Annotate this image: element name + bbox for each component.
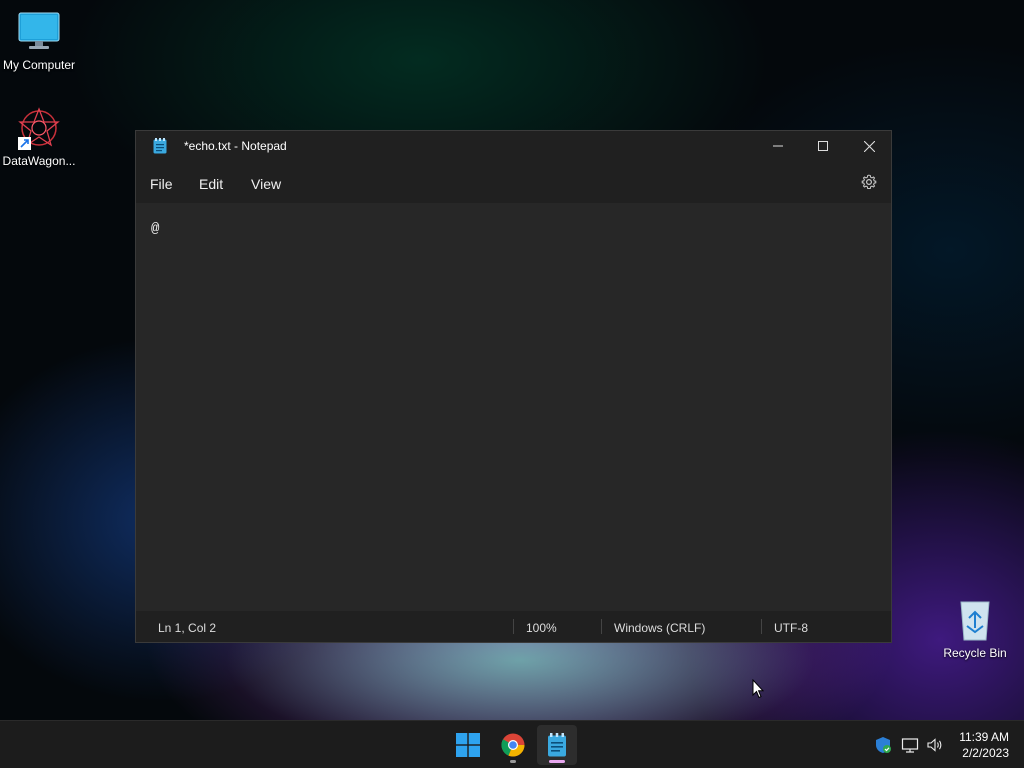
close-button[interactable]: [846, 131, 892, 161]
title-bar[interactable]: *echo.txt - Notepad: [136, 131, 891, 161]
security-icon[interactable]: [873, 735, 893, 755]
maximize-icon: [818, 141, 828, 151]
menu-file[interactable]: File: [150, 176, 173, 192]
desktop-icon-recycle-bin[interactable]: Recycle Bin: [936, 598, 1014, 660]
status-bar: Ln 1, Col 2 100% Windows (CRLF) UTF-8: [136, 611, 891, 642]
desktop-icon-my-computer[interactable]: My Computer: [0, 10, 78, 72]
text-editor[interactable]: @: [136, 203, 891, 611]
status-divider: [761, 619, 762, 634]
mouse-cursor-icon: [752, 678, 765, 704]
desktop-icon-label: Recycle Bin: [943, 646, 1007, 660]
encoding: UTF-8: [774, 621, 808, 635]
notepad-window[interactable]: *echo.txt - Notepad File Edit View @ Ln …: [135, 130, 892, 643]
notepad-icon: [153, 138, 167, 154]
taskbar-chrome[interactable]: [493, 725, 533, 765]
menu-edit[interactable]: Edit: [199, 176, 223, 192]
window-title: *echo.txt - Notepad: [184, 139, 287, 153]
cursor-position: Ln 1, Col 2: [158, 621, 217, 635]
maximize-button[interactable]: [800, 131, 846, 161]
desktop-icon-label: My Computer: [2, 58, 76, 72]
active-indicator: [549, 760, 565, 763]
running-indicator: [510, 760, 516, 763]
minimize-button[interactable]: [755, 131, 801, 161]
system-clock[interactable]: 11:39 AM 2/2/2023: [959, 729, 1009, 761]
zoom-level: 100%: [526, 621, 557, 635]
recycle-bin-icon: [953, 598, 997, 642]
editor-content: @: [151, 221, 160, 237]
minimize-icon: [773, 145, 783, 147]
taskbar-notepad[interactable]: [537, 725, 577, 765]
clock-time: 11:39 AM: [959, 730, 1009, 744]
clock-date: 2/2/2023: [962, 746, 1009, 760]
menu-bar: File Edit View: [136, 161, 891, 203]
line-ending: Windows (CRLF): [614, 621, 706, 635]
chrome-icon: [501, 733, 525, 757]
start-button[interactable]: [448, 725, 488, 765]
notepad-icon: [548, 733, 566, 757]
desktop-icon-datawagon[interactable]: DataWagon...: [0, 106, 78, 168]
desktop-icon-label: DataWagon...: [2, 154, 76, 168]
status-divider: [601, 619, 602, 634]
menu-view[interactable]: View: [251, 176, 281, 192]
status-divider: [513, 619, 514, 634]
settings-gear-icon[interactable]: [861, 174, 877, 190]
taskbar: 11:39 AM 2/2/2023: [0, 720, 1024, 768]
monitor-icon: [17, 10, 61, 54]
network-icon[interactable]: [900, 735, 920, 755]
datawagon-shortcut-icon: [17, 106, 61, 150]
volume-icon[interactable]: [925, 735, 945, 755]
close-icon: [863, 140, 875, 152]
windows-start-icon: [456, 733, 480, 757]
